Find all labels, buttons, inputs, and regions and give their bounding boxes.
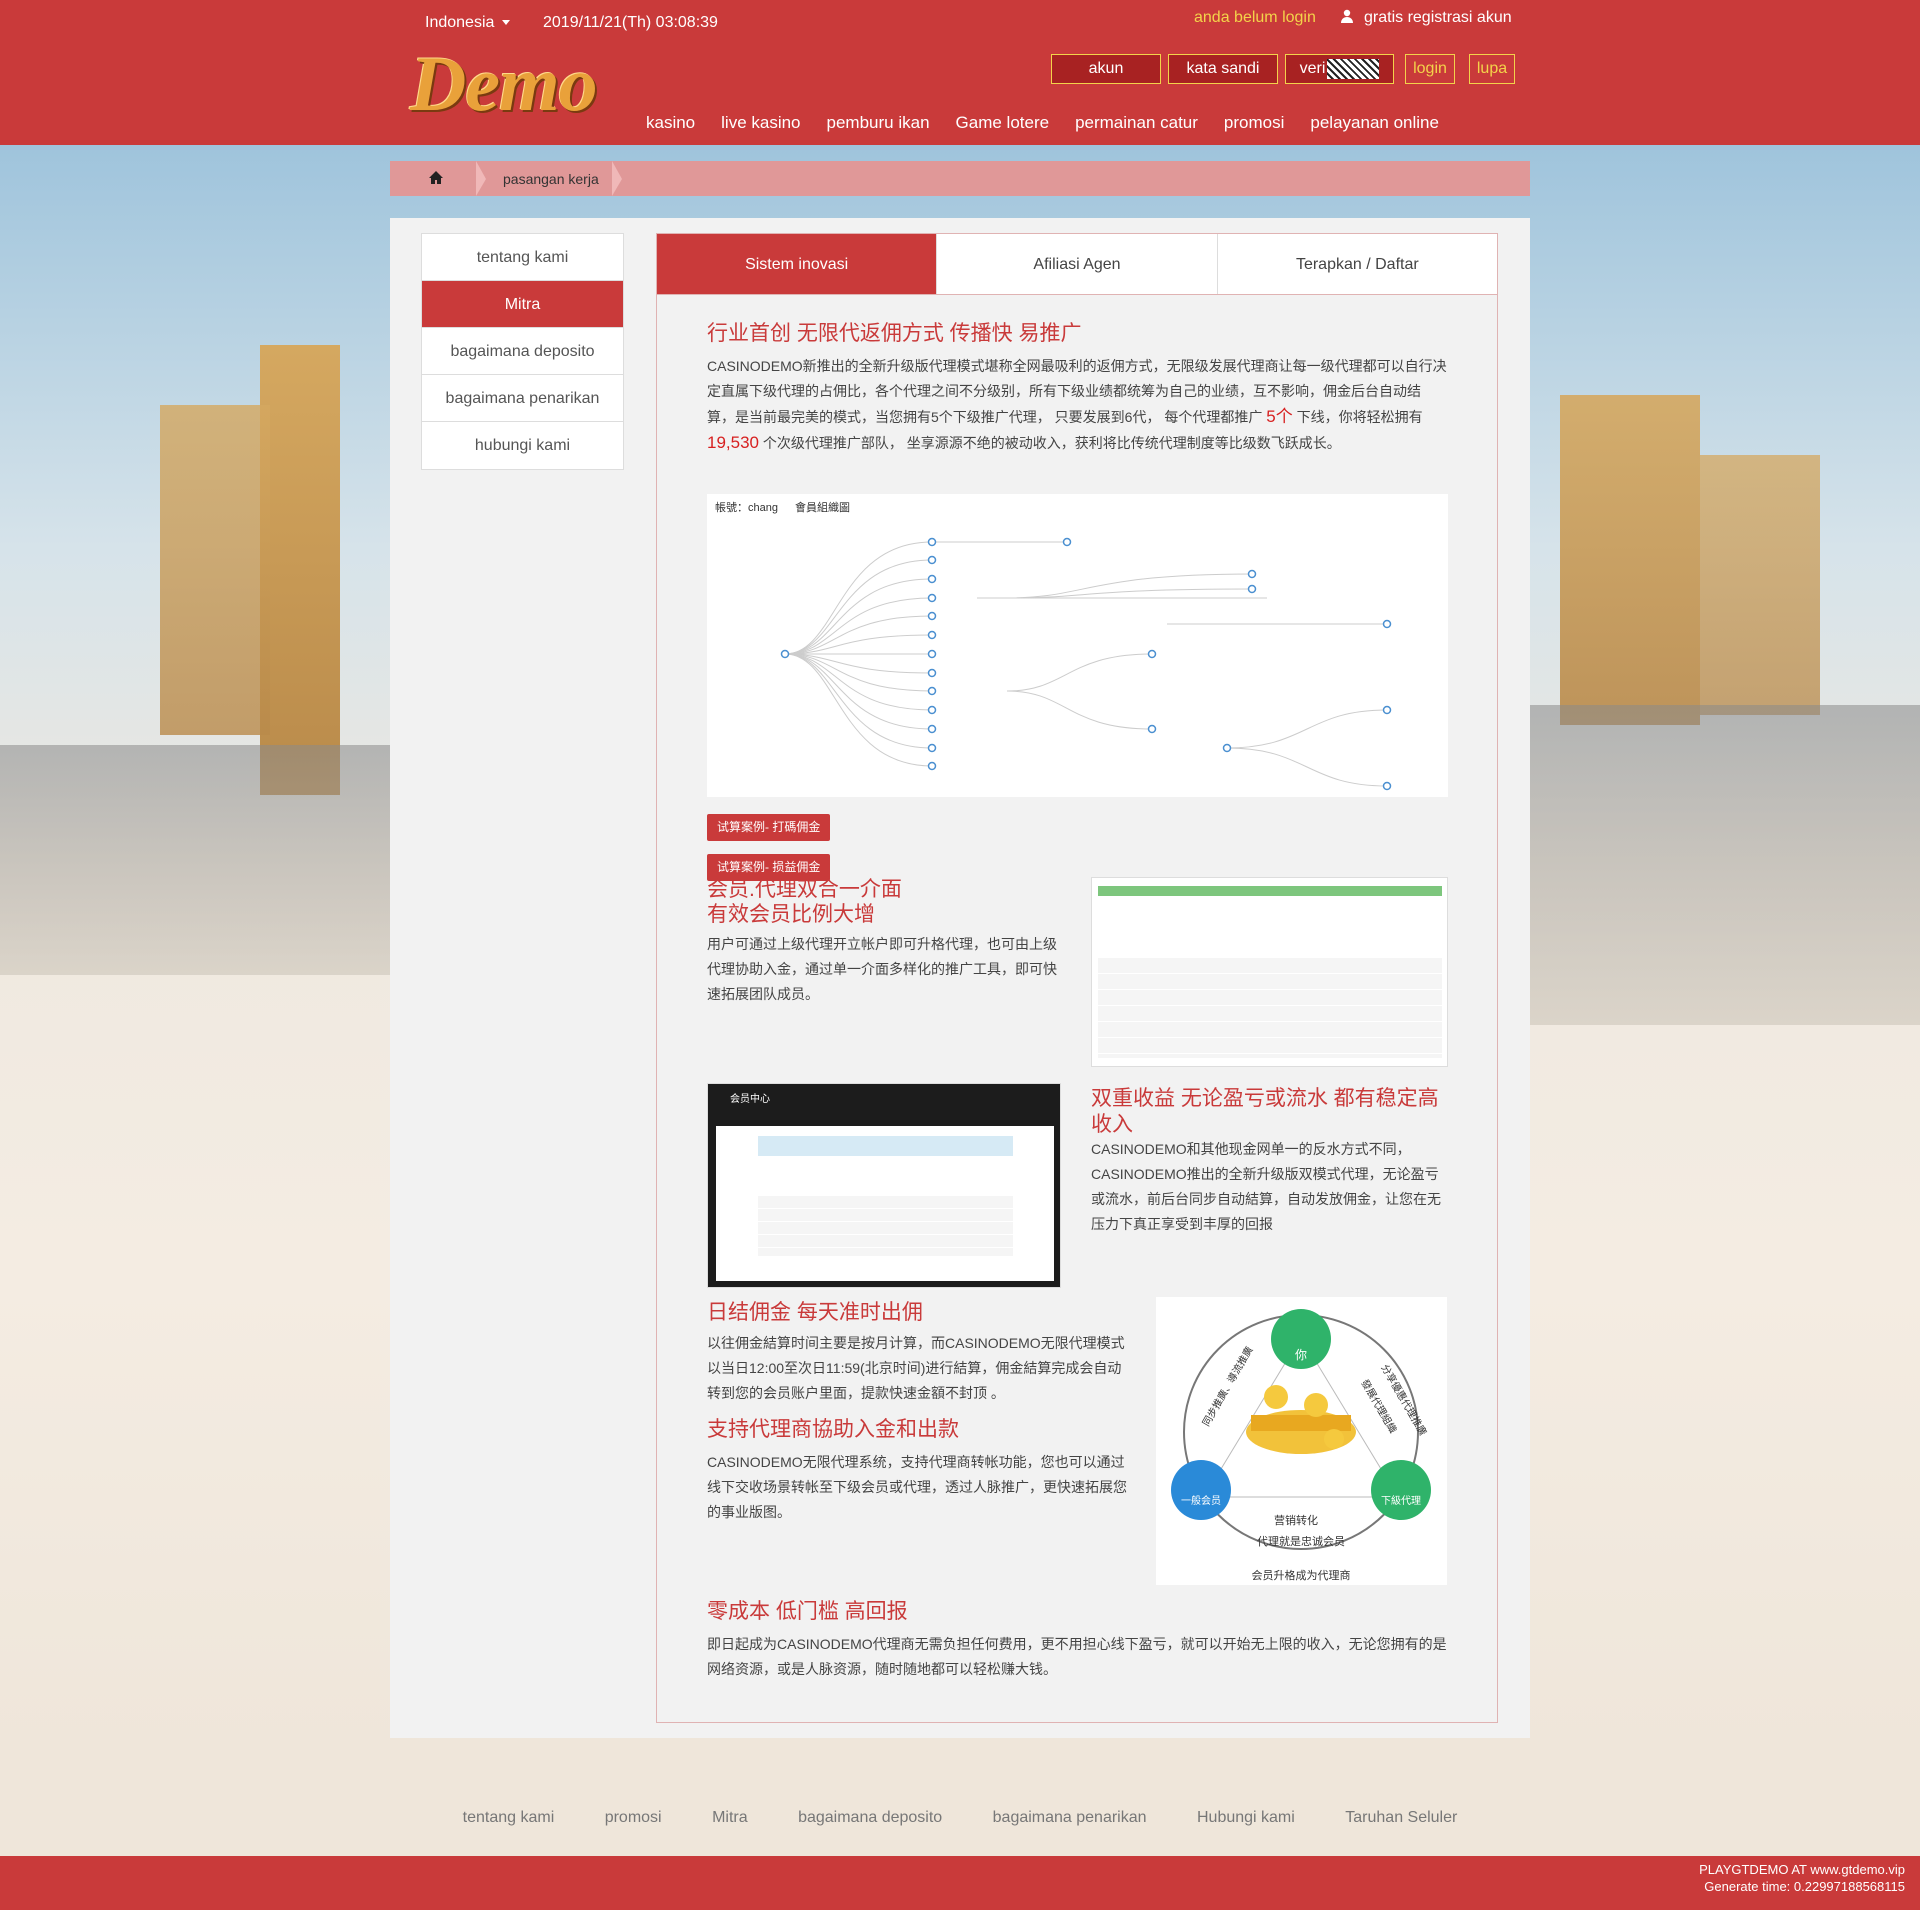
nav-item-kasino[interactable]: kasino bbox=[646, 113, 695, 133]
footer-link-penarikan[interactable]: bagaimana penarikan bbox=[993, 1809, 1147, 1827]
building-left bbox=[160, 405, 270, 735]
forgot-button[interactable]: lupa bbox=[1469, 54, 1515, 84]
breadcrumb-current: pasangan kerja bbox=[503, 171, 599, 187]
language-selector[interactable]: Indonesia bbox=[425, 14, 511, 32]
cycle-bottom: 会员升格成为代理商 bbox=[1252, 1568, 1351, 1582]
top-header: Indonesia 2019/11/21(Th) 03:08:39 anda b… bbox=[0, 0, 1920, 145]
member-center-screenshot: 会员中心 bbox=[707, 1083, 1061, 1288]
member-panel bbox=[716, 1126, 1054, 1281]
info-box bbox=[758, 1136, 1013, 1156]
sidebar: tentang kami Mitra bagaimana deposito ba… bbox=[421, 233, 624, 470]
section-title: 日结佣金 每天准时出佣 bbox=[707, 1301, 923, 1324]
nav-item-promosi[interactable]: promosi bbox=[1224, 113, 1284, 133]
footer-link-hubungi[interactable]: Hubungi kami bbox=[1197, 1809, 1295, 1827]
nav-item-live-kasino[interactable]: live kasino bbox=[721, 113, 800, 133]
text-part: 下线，你将轻松拥有 bbox=[1292, 409, 1423, 425]
verify-label: veri bbox=[1299, 60, 1326, 77]
user-icon bbox=[1341, 9, 1353, 23]
example-bet-commission-button[interactable]: 试算案例- 打碼佣金 bbox=[707, 814, 831, 841]
tab-bar: Sistem inovasi Afiliasi Agen Terapkan / … bbox=[657, 234, 1497, 295]
tree-svg: 帳號：chang 會員組織圖 bbox=[715, 500, 1392, 791]
section-title: 行业首创 无限代返佣方式 传播快 易推广 bbox=[707, 322, 1082, 345]
footer-brand: PLAYGTDEMO AT www.gtdemo.vip bbox=[1699, 1862, 1905, 1877]
road-left bbox=[0, 745, 390, 975]
captcha-image bbox=[1327, 58, 1380, 79]
cycle-center-1: 营销转化 bbox=[1274, 1513, 1318, 1527]
home-icon[interactable] bbox=[428, 170, 444, 186]
cycle-you: 你 bbox=[1295, 1348, 1307, 1362]
caret-down-icon bbox=[502, 20, 511, 26]
tab-strip bbox=[1098, 886, 1442, 896]
highlight-number: 5个 bbox=[1266, 407, 1293, 426]
register-link[interactable]: gratis registrasi akun bbox=[1340, 9, 1512, 27]
tab-afiliasi-agen[interactable]: Afiliasi Agen bbox=[937, 234, 1218, 294]
cycle-left-label: 同步推廣、導流推廣 bbox=[1199, 1344, 1255, 1428]
nav-item-pelayanan-online[interactable]: pelayanan online bbox=[1310, 113, 1439, 133]
verify-code-input[interactable]: veri bbox=[1285, 54, 1394, 84]
tree-account-label: 帳號：chang bbox=[715, 500, 778, 514]
language-label: Indonesia bbox=[425, 14, 495, 31]
agent-cycle-diagram: 你 一般会员 下級代理 同步推廣、導流推廣 分享優惠代理推廣 發展代理組織 营销… bbox=[1156, 1297, 1447, 1585]
nav-item-permainan-catur[interactable]: permainan catur bbox=[1075, 113, 1198, 133]
building-right bbox=[1560, 395, 1700, 725]
section-title: 会员.代理双合一介面 bbox=[707, 878, 902, 901]
sidebar-item-penarikan[interactable]: bagaimana penarikan bbox=[422, 375, 623, 422]
sidebar-item-mitra[interactable]: Mitra bbox=[422, 281, 623, 328]
cycle-svg: 你 一般会员 下級代理 同步推廣、導流推廣 分享優惠代理推廣 發展代理組織 营销… bbox=[1171, 1309, 1431, 1582]
sidebar-item-hubungi-kami[interactable]: hubungi kami bbox=[422, 422, 623, 469]
section-title: 支持代理商協助入金和出款 bbox=[707, 1418, 959, 1441]
footer-gen-time: Generate time: 0.22997188568115 bbox=[1704, 1879, 1905, 1894]
cycle-sub-agent: 下級代理 bbox=[1381, 1494, 1421, 1507]
footer-link-mitra[interactable]: Mitra bbox=[712, 1809, 748, 1827]
login-status: anda belum login bbox=[1194, 9, 1316, 26]
section-text: 即日起成为CASINODEMO代理商无需负担任何费用，更不用担心线下盈亏，就可以… bbox=[707, 1636, 1447, 1677]
table-rows bbox=[758, 1196, 1013, 1256]
main-panel: tentang kami Mitra bagaimana deposito ba… bbox=[390, 218, 1530, 1738]
cycle-center-2: 代理就是忠诚会员 bbox=[1257, 1534, 1345, 1548]
table-rows bbox=[1098, 958, 1442, 1058]
section-text: CASINODEMO和其他现金网单一的反水方式不同，CASINODEMO推出的全… bbox=[1091, 1141, 1441, 1232]
section-text: CASINODEMO新推出的全新升级版代理模式堪称全网最吸利的返佣方式，无限级发… bbox=[707, 354, 1447, 456]
account-input[interactable]: akun bbox=[1051, 54, 1161, 84]
footer-link-deposito[interactable]: bagaimana deposito bbox=[798, 1809, 942, 1827]
nav-item-game-lotere[interactable]: Game lotere bbox=[956, 113, 1050, 133]
section-title: 有效会员比例大增 bbox=[707, 903, 875, 926]
nav-item-pemburu-ikan[interactable]: pemburu ikan bbox=[827, 113, 930, 133]
footer-link-seluler[interactable]: Taruhan Seluler bbox=[1345, 1809, 1457, 1827]
breadcrumb: pasangan kerja bbox=[390, 161, 1530, 196]
footer-link-tentang-kami[interactable]: tentang kami bbox=[463, 1809, 555, 1827]
sidebar-item-tentang-kami[interactable]: tentang kami bbox=[422, 234, 623, 281]
tree-legend-label: 會員組織圖 bbox=[795, 500, 850, 514]
register-label: gratis registrasi akun bbox=[1364, 9, 1512, 26]
building-right-2 bbox=[1700, 455, 1820, 715]
agent-tree-diagram: 帳號：chang 會員組織圖 bbox=[707, 494, 1448, 797]
member-center-title: 会员中心 bbox=[730, 1094, 770, 1105]
sidebar-item-deposito[interactable]: bagaimana deposito bbox=[422, 328, 623, 375]
section-text: 用户可通过上级代理开立帐户即可升格代理，也可由上级代理协助入金，通过单一介面多样… bbox=[707, 936, 1057, 1002]
section-text: 以往佣金結算时间主要是按月计算，而CASINODEMO无限代理模式以当日12:0… bbox=[707, 1335, 1125, 1401]
footer-bar: PLAYGTDEMO AT www.gtdemo.vip Generate ti… bbox=[0, 1856, 1920, 1910]
cycle-member: 一般会员 bbox=[1181, 1494, 1221, 1507]
tab-sistem-inovasi[interactable]: Sistem inovasi bbox=[657, 234, 938, 294]
tab-terapkan-daftar[interactable]: Terapkan / Daftar bbox=[1217, 234, 1497, 294]
breadcrumb-separator bbox=[612, 161, 622, 196]
footer-nav: tentang kami promosi Mitra bagaimana dep… bbox=[0, 1809, 1920, 1827]
highlight-number: 19,530 bbox=[707, 433, 759, 452]
content-area: Sistem inovasi Afiliasi Agen Terapkan / … bbox=[656, 233, 1498, 1723]
section-title: 双重收益 无论盈亏或流水 都有稳定高收入 bbox=[1091, 1087, 1439, 1136]
footer-link-promosi[interactable]: promosi bbox=[605, 1809, 662, 1827]
road-right bbox=[1530, 705, 1920, 1025]
login-button[interactable]: login bbox=[1405, 54, 1455, 84]
site-logo[interactable]: Demo bbox=[410, 44, 620, 124]
section-title: 零成本 低门槛 高回报 bbox=[707, 1600, 908, 1623]
breadcrumb-separator bbox=[476, 161, 486, 196]
agent-table-screenshot bbox=[1091, 877, 1448, 1067]
main-nav: kasino live kasino pemburu ikan Game lot… bbox=[646, 113, 1465, 133]
tower-left bbox=[260, 345, 340, 795]
text-part: 个次级代理推广部队， 坐享源源不绝的被动收入，获利将比传统代理制度等比级数飞跃成… bbox=[759, 435, 1341, 451]
section-text: CASINODEMO无限代理系统，支持代理商转帐功能，您也可以通过线下交收场景转… bbox=[707, 1454, 1127, 1520]
password-input[interactable]: kata sandi bbox=[1168, 54, 1278, 84]
datetime: 2019/11/21(Th) 03:08:39 bbox=[543, 14, 718, 31]
